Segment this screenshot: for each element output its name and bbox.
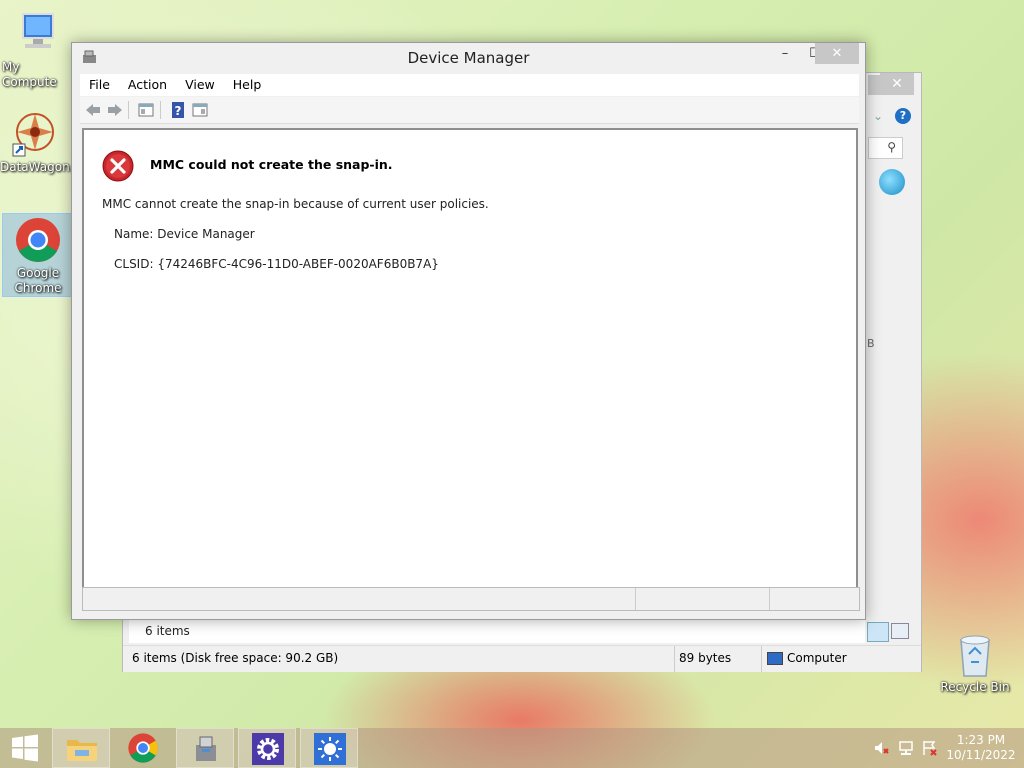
error-content-pane: MMC could not create the snap-in. MMC ca…	[82, 128, 858, 589]
desktop-icon-my-computer[interactable]: My Compute	[2, 10, 72, 90]
volume-muted-icon[interactable]	[874, 740, 890, 756]
windows-logo-icon	[12, 734, 38, 762]
desktop-icon-label: Recycle Bin	[940, 680, 1010, 694]
desktop-icon-label: My Compute	[2, 60, 57, 89]
desktop-icon-label: Google Chrome	[14, 266, 62, 295]
status-location: Computer	[787, 651, 847, 665]
error-icon	[102, 150, 134, 182]
mmc-app-icon	[196, 736, 216, 761]
svg-text:?: ?	[175, 104, 182, 118]
computer-icon	[767, 652, 783, 665]
toolbar: ?	[80, 97, 859, 124]
explorer-close-button[interactable]: ✕	[880, 73, 914, 95]
taskbar-device-manager[interactable]	[176, 728, 234, 768]
minimize-button[interactable]: –	[770, 43, 800, 64]
taskbar: 1:23 PM 10/11/2022	[0, 728, 1024, 768]
show-hide-console-tree-icon[interactable]	[137, 101, 155, 119]
explorer-statusbar: 6 items (Disk free space: 90.2 GB) 89 by…	[123, 645, 921, 672]
clock-time: 1:23 PM	[956, 733, 1006, 747]
ribbon-collapse-icon[interactable]: ⌄	[873, 109, 883, 123]
chrome-icon	[128, 733, 158, 763]
menu-bar: File Action View Help	[80, 74, 859, 96]
datawagon-icon	[11, 110, 59, 158]
back-arrow-icon[interactable]	[84, 101, 102, 119]
details-view-button[interactable]	[867, 622, 889, 642]
folder-icon	[67, 740, 97, 761]
error-heading: MMC could not create the snap-in.	[150, 157, 393, 172]
taskbar-brightness-app[interactable]	[300, 728, 358, 768]
menu-file[interactable]: File	[80, 74, 119, 96]
search-icon: ⚲	[887, 140, 896, 154]
items-count: 6 items	[145, 624, 190, 638]
brightness-icon	[318, 737, 342, 761]
start-button[interactable]	[0, 728, 48, 768]
menu-help[interactable]: Help	[224, 74, 271, 96]
large-icons-view-button[interactable]	[891, 623, 909, 639]
status-bar	[82, 587, 860, 611]
network-icon[interactable]	[898, 740, 914, 756]
clock-date: 10/11/2022	[946, 748, 1016, 762]
window-title: Device Manager	[407, 49, 530, 67]
help-button[interactable]: ?	[895, 108, 911, 124]
menu-action[interactable]: Action	[119, 74, 176, 96]
close-button[interactable]: ✕	[815, 43, 859, 64]
status-disk-space: 6 items (Disk free space: 90.2 GB)	[132, 651, 339, 665]
desktop-icon-recycle-bin[interactable]: Recycle Bin	[940, 632, 1010, 695]
clock[interactable]: 1:23 PM 10/11/2022	[946, 733, 1016, 763]
error-snapin-name: Name: Device Manager	[114, 227, 255, 241]
desktop-icon-datawagon[interactable]: DataWagon...	[0, 110, 82, 175]
error-clsid: CLSID: {74246BFC-4C96-11D0-ABEF-0020AF6B…	[114, 257, 439, 271]
status-file-size: 89 bytes	[679, 651, 732, 665]
gear-icon	[257, 738, 279, 760]
menu-view[interactable]: View	[176, 74, 224, 96]
desktop-icon-label: DataWagon...	[0, 160, 82, 174]
forward-arrow-icon[interactable]	[106, 101, 124, 119]
error-message: MMC cannot create the snap-in because of…	[102, 197, 489, 211]
show-action-pane-icon[interactable]	[191, 101, 209, 119]
file-list-pane: 6 items	[129, 619, 865, 643]
item-thumbnail-icon	[879, 169, 905, 195]
titlebar[interactable]: Device Manager – ☐ ✕	[72, 43, 865, 71]
explorer-partial-text: B	[867, 337, 875, 350]
action-center-flag-icon[interactable]	[922, 740, 938, 756]
computer-icon	[13, 10, 61, 58]
search-box[interactable]: ⚲	[868, 137, 903, 159]
desktop-icon-google-chrome[interactable]: Google Chrome	[2, 213, 74, 297]
device-manager-window: Device Manager – ☐ ✕ FileActionViewHelp …	[71, 42, 866, 620]
taskbar-file-explorer[interactable]	[52, 728, 110, 768]
recycle-bin-icon	[955, 632, 995, 678]
taskbar-settings[interactable]	[238, 728, 296, 768]
taskbar-google-chrome[interactable]	[114, 728, 172, 768]
chrome-icon	[14, 216, 62, 264]
help-icon[interactable]: ?	[169, 101, 187, 119]
